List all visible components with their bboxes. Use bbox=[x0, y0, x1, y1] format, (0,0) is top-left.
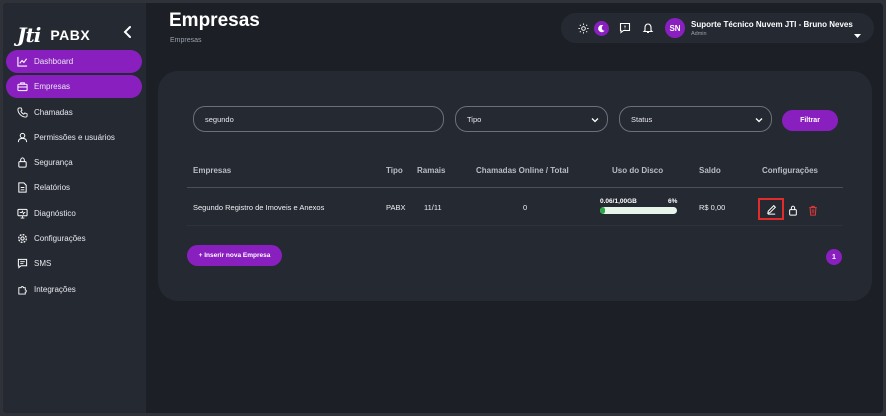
moon-icon[interactable] bbox=[594, 21, 609, 36]
document-icon bbox=[18, 182, 27, 194]
sidebar-item-relatorios[interactable]: Relatórios bbox=[6, 176, 142, 199]
sidebar-item-integracoes[interactable]: Integrações bbox=[6, 278, 142, 301]
lock-icon bbox=[18, 157, 27, 168]
cell-saldo: R$ 0,00 bbox=[699, 203, 726, 212]
column-header-configuracoes: Configurações bbox=[762, 166, 819, 175]
chevron-down-icon bbox=[755, 118, 763, 123]
sidebar-item-sms[interactable]: SMS bbox=[6, 252, 142, 275]
search-input[interactable]: segundo bbox=[193, 106, 444, 132]
user-toolbar: SN Suporte Técnico Nuvem JTI - Bruno Nev… bbox=[561, 13, 874, 43]
page-title: Empresas bbox=[169, 10, 260, 31]
column-header-chamadas[interactable]: Chamadas Online / Total bbox=[476, 166, 569, 175]
sidebar-item-seguranca[interactable]: Segurança bbox=[6, 151, 142, 174]
sidebar-item-label: Empresas bbox=[34, 82, 71, 92]
sidebar-item-permissoes[interactable]: Permissões e usuários bbox=[6, 126, 142, 149]
sidebar-item-chamadas[interactable]: Chamadas bbox=[6, 101, 142, 124]
sun-icon[interactable] bbox=[577, 22, 589, 34]
chevron-down-icon bbox=[591, 118, 599, 123]
sidebar-item-dashboard[interactable]: Dashboard bbox=[6, 50, 142, 73]
user-icon bbox=[17, 132, 28, 143]
trash-icon[interactable] bbox=[808, 203, 818, 221]
collapse-sidebar-icon[interactable] bbox=[122, 25, 134, 39]
avatar[interactable]: SN bbox=[665, 18, 685, 38]
sidebar: Jti PABX Dashboard Empresas Chamadas Per… bbox=[3, 3, 146, 413]
column-header-saldo[interactable]: Saldo bbox=[699, 166, 721, 175]
sidebar-item-label: Diagnóstico bbox=[34, 208, 76, 218]
companies-card: segundo Tipo Status Filtrar Empresas Tip… bbox=[158, 71, 872, 301]
sidebar-item-label: Segurança bbox=[34, 158, 73, 168]
cell-ramais: 11/11 bbox=[424, 203, 442, 212]
edit-button[interactable] bbox=[758, 198, 784, 220]
gear-icon bbox=[18, 234, 27, 244]
logo[interactable]: Jti PABX bbox=[17, 23, 90, 47]
sidebar-item-diagnostico[interactable]: Diagnóstico bbox=[6, 202, 142, 225]
breadcrumb[interactable]: Empresas bbox=[170, 37, 202, 44]
monitor-icon bbox=[17, 208, 28, 219]
puzzle-icon bbox=[18, 285, 27, 295]
sidebar-item-label: Relatórios bbox=[34, 183, 71, 193]
column-header-ramais[interactable]: Ramais bbox=[417, 166, 445, 175]
tipo-select[interactable]: Tipo bbox=[455, 106, 608, 132]
table-header-divider bbox=[187, 187, 843, 188]
logo-text: PABX bbox=[50, 27, 91, 43]
sidebar-nav: Dashboard Empresas Chamadas Permissões e… bbox=[6, 50, 142, 303]
pencil-icon bbox=[766, 204, 776, 215]
status-select-value: Status bbox=[631, 114, 653, 124]
search-input-value: segundo bbox=[205, 114, 234, 124]
filter-button[interactable]: Filtrar bbox=[782, 110, 838, 131]
table-row-divider bbox=[187, 225, 843, 226]
cell-tipo: PABX bbox=[386, 203, 406, 212]
chart-line-icon bbox=[17, 56, 28, 67]
logo-mark: Jti bbox=[17, 23, 41, 47]
user-role: Admin bbox=[691, 31, 707, 37]
chat-icon[interactable] bbox=[619, 22, 631, 34]
lock-icon[interactable] bbox=[788, 203, 798, 221]
sidebar-item-label: Dashboard bbox=[34, 57, 74, 66]
disk-usage-label: 0.06/1,00GB bbox=[600, 198, 637, 205]
column-header-empresas[interactable]: Empresas bbox=[193, 166, 231, 175]
column-header-disco[interactable]: Uso do Disco bbox=[612, 166, 663, 175]
app-window: Jti PABX Dashboard Empresas Chamadas Per… bbox=[3, 3, 883, 413]
column-header-tipo[interactable]: Tipo bbox=[386, 166, 403, 175]
chevron-down-icon[interactable] bbox=[854, 26, 861, 44]
disk-usage-fill bbox=[600, 207, 605, 214]
sidebar-item-label: Chamadas bbox=[34, 107, 73, 117]
user-name[interactable]: Suporte Técnico Nuvem JTI - Bruno Neves bbox=[691, 20, 853, 29]
cell-empresa: Segundo Registro de Imoveis e Anexos bbox=[193, 203, 325, 212]
insert-company-button[interactable]: + Inserir nova Empresa bbox=[187, 245, 282, 266]
disk-usage-percent: 6% bbox=[668, 198, 678, 205]
sidebar-item-label: Configurações bbox=[34, 234, 86, 244]
tipo-select-value: Tipo bbox=[467, 114, 482, 124]
cell-chamadas: 0 bbox=[523, 203, 528, 212]
sidebar-item-label: Permissões e usuários bbox=[34, 132, 115, 142]
main-content: Empresas Empresas SN Suporte Técnico Nuv… bbox=[146, 3, 883, 413]
sidebar-item-empresas[interactable]: Empresas bbox=[6, 75, 142, 99]
briefcase-icon bbox=[17, 82, 28, 92]
sidebar-item-configuracoes[interactable]: Configurações bbox=[6, 227, 142, 250]
disk-usage-bar bbox=[600, 207, 677, 214]
bell-icon[interactable] bbox=[642, 22, 654, 34]
sidebar-item-label: SMS bbox=[34, 259, 52, 269]
message-icon bbox=[17, 259, 28, 270]
phone-icon bbox=[17, 107, 28, 118]
sidebar-item-label: Integrações bbox=[34, 284, 76, 294]
status-select[interactable]: Status bbox=[619, 106, 772, 132]
pagination-page[interactable]: 1 bbox=[826, 249, 842, 265]
